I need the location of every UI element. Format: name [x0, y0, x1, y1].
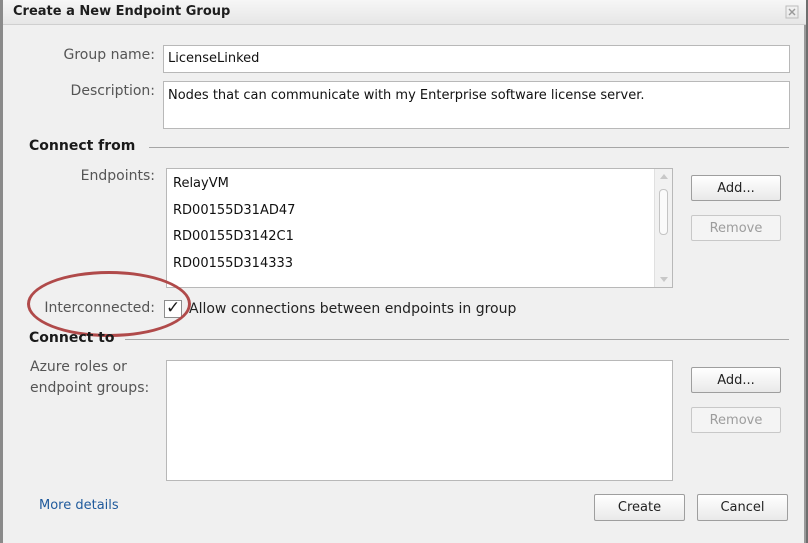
- highlight-annotation: [27, 271, 191, 337]
- endpoints-label: Endpoints:: [80, 168, 155, 184]
- create-button[interactable]: Create: [594, 494, 685, 521]
- description-label: Description:: [70, 83, 155, 99]
- more-details-link[interactable]: More details: [39, 498, 119, 513]
- group-name-label: Group name:: [63, 47, 156, 63]
- connect-to-heading: Connect to: [29, 330, 115, 346]
- scroll-thumb[interactable]: [659, 189, 668, 235]
- create-endpoint-group-dialog: Create a New Endpoint Group Group name: …: [0, 0, 806, 543]
- endpoints-add-button[interactable]: Add...: [691, 175, 781, 201]
- cancel-button[interactable]: Cancel: [697, 494, 788, 521]
- interconnected-description: Allow connections between endpoints in g…: [189, 301, 517, 317]
- scroll-down-icon[interactable]: [660, 277, 668, 282]
- connect-to-divider: [125, 339, 789, 340]
- targets-remove-button[interactable]: Remove: [691, 407, 781, 433]
- targets-label-line1: Azure roles or: [30, 359, 127, 375]
- dialog-titlebar: Create a New Endpoint Group: [3, 0, 806, 25]
- targets-add-button[interactable]: Add...: [691, 367, 781, 393]
- endpoints-listbox[interactable]: RelayVM RD00155D31AD47 RD00155D3142C1 RD…: [166, 168, 673, 288]
- close-icon[interactable]: [785, 4, 799, 19]
- connect-from-divider: [149, 147, 789, 148]
- list-item[interactable]: RD00155D31AD47: [173, 203, 295, 218]
- list-item[interactable]: RelayVM: [173, 176, 229, 191]
- dialog-title: Create a New Endpoint Group: [13, 4, 231, 19]
- scroll-up-icon[interactable]: [660, 174, 668, 179]
- description-textarea[interactable]: Nodes that can communicate with my Enter…: [163, 81, 790, 129]
- connect-from-heading: Connect from: [29, 138, 136, 154]
- list-item[interactable]: RD00155D314333: [173, 256, 293, 271]
- endpoints-remove-button[interactable]: Remove: [691, 215, 781, 241]
- list-item[interactable]: RD00155D3142C1: [173, 229, 294, 244]
- targets-label-line2: endpoint groups:: [30, 380, 150, 396]
- endpoints-scrollbar[interactable]: [654, 169, 672, 287]
- targets-listbox[interactable]: [166, 360, 673, 481]
- group-name-input[interactable]: LicenseLinked: [163, 45, 790, 73]
